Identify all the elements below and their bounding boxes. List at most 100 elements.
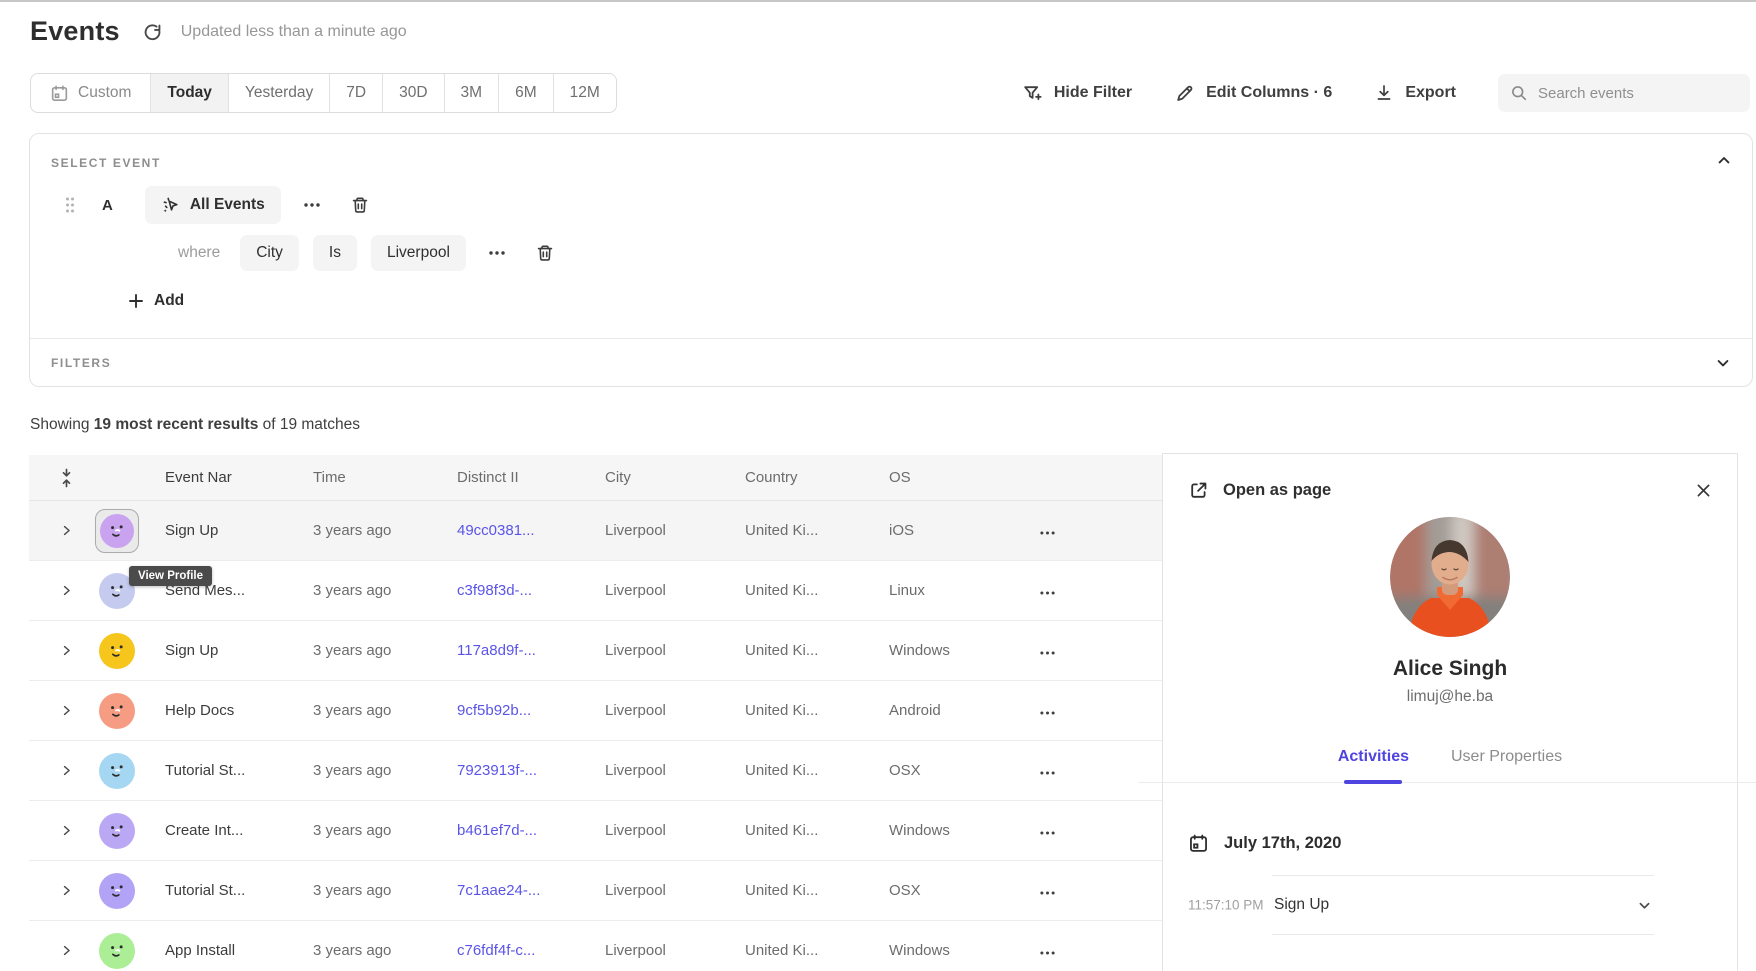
table-row[interactable]: App Install 3 years ago c76fdf4f-c... Li… bbox=[29, 921, 1162, 971]
avatar-cell bbox=[85, 509, 149, 553]
avatar[interactable] bbox=[99, 933, 135, 969]
time-cell: 3 years ago bbox=[297, 642, 441, 659]
date-tab[interactable]: 30D bbox=[382, 74, 443, 112]
export-label: Export bbox=[1405, 84, 1456, 102]
close-icon[interactable] bbox=[1695, 482, 1712, 499]
table-row[interactable]: Sign Up 3 years ago 117a8d9f-... Liverpo… bbox=[29, 621, 1162, 681]
chevron-up-icon[interactable] bbox=[1716, 152, 1732, 168]
collapse-rows-icon[interactable] bbox=[29, 468, 85, 488]
row-expand-chevron-icon[interactable] bbox=[29, 764, 85, 777]
time-cell: 3 years ago bbox=[297, 942, 441, 959]
filter-value-chip[interactable]: Liverpool bbox=[371, 235, 466, 271]
avatar[interactable] bbox=[99, 753, 135, 789]
filter-more-options-button[interactable] bbox=[480, 236, 514, 270]
filter-property-chip[interactable]: City bbox=[240, 235, 299, 271]
filters-section[interactable]: FILTERS bbox=[30, 338, 1752, 386]
where-clause-row: where City Is Liverpool bbox=[30, 234, 562, 272]
row-more-options-button[interactable] bbox=[1040, 771, 1055, 775]
activity-event-item: 11:57:10 PM Sign Up bbox=[1188, 875, 1712, 935]
column-header-time[interactable]: Time bbox=[297, 469, 441, 486]
activity-date-label: July 17th, 2020 bbox=[1224, 834, 1341, 853]
distinct-id-link[interactable]: c3f98f3d-... bbox=[441, 582, 589, 599]
drag-handle-icon[interactable] bbox=[64, 196, 76, 214]
table-row[interactable]: Sign Up 3 years ago 49cc0381... Liverpoo… bbox=[29, 501, 1162, 561]
distinct-id-link[interactable]: 117a8d9f-... bbox=[441, 642, 589, 659]
row-more-options-button[interactable] bbox=[1040, 531, 1055, 535]
profile-panel-header: Open as page bbox=[1163, 454, 1737, 501]
distinct-id-link[interactable]: 49cc0381... bbox=[441, 522, 589, 539]
row-expand-chevron-icon[interactable] bbox=[29, 824, 85, 837]
time-cell: 3 years ago bbox=[297, 762, 441, 779]
os-cell: Windows bbox=[873, 942, 1007, 959]
row-more-options-button[interactable] bbox=[1040, 891, 1055, 895]
row-more-options-button[interactable] bbox=[1040, 591, 1055, 595]
date-tab[interactable]: 3M bbox=[444, 74, 499, 112]
column-header-distinct-id[interactable]: Distinct II bbox=[441, 469, 589, 486]
distinct-id-link[interactable]: b461ef7d-... bbox=[441, 822, 589, 839]
date-tab-custom[interactable]: Custom bbox=[31, 74, 150, 112]
row-expand-chevron-icon[interactable] bbox=[29, 584, 85, 597]
row-more-options-button[interactable] bbox=[1040, 711, 1055, 715]
column-header-city[interactable]: City bbox=[589, 469, 729, 486]
chevron-down-icon[interactable] bbox=[1637, 898, 1652, 913]
date-tab[interactable]: Yesterday bbox=[228, 74, 329, 112]
avatar[interactable] bbox=[99, 633, 135, 669]
date-tab[interactable]: Today bbox=[150, 74, 228, 112]
hide-filter-button[interactable]: Hide Filter bbox=[1022, 83, 1132, 104]
column-header-event-name[interactable]: Event Nar bbox=[149, 469, 297, 486]
controls-row: Custom Today Yesterday 7D 30D 3M 6M 12M bbox=[30, 73, 1750, 113]
profile-tab[interactable]: Activities bbox=[1338, 748, 1409, 782]
avatar[interactable] bbox=[100, 514, 134, 548]
country-cell: United Ki... bbox=[729, 522, 873, 539]
external-link-icon bbox=[1188, 480, 1209, 501]
avatar[interactable] bbox=[99, 693, 135, 729]
event-delete-trash-icon[interactable] bbox=[343, 188, 377, 222]
export-button[interactable]: Export bbox=[1374, 83, 1456, 103]
row-expand-chevron-icon[interactable] bbox=[29, 944, 85, 957]
add-event-button[interactable]: Add bbox=[128, 292, 184, 310]
refresh-icon[interactable] bbox=[142, 22, 163, 43]
select-event-label: SELECT EVENT bbox=[51, 156, 161, 170]
column-header-country[interactable]: Country bbox=[729, 469, 873, 486]
row-more-options-button[interactable] bbox=[1040, 651, 1055, 655]
distinct-id-link[interactable]: c76fdf4f-c... bbox=[441, 942, 589, 959]
date-tab[interactable]: 6M bbox=[498, 74, 553, 112]
avatar[interactable] bbox=[99, 873, 135, 909]
table-row[interactable]: Tutorial St... 3 years ago 7c1aae24-... … bbox=[29, 861, 1162, 921]
city-cell: Liverpool bbox=[589, 882, 729, 899]
row-expand-chevron-icon[interactable] bbox=[29, 704, 85, 717]
row-more-options-button[interactable] bbox=[1040, 831, 1055, 835]
avatar-face-icon bbox=[104, 758, 130, 784]
date-tab[interactable]: 12M bbox=[553, 74, 616, 112]
filter-operator-chip[interactable]: Is bbox=[313, 235, 357, 271]
distinct-id-link[interactable]: 7923913f-... bbox=[441, 762, 589, 779]
updated-status: Updated less than a minute ago bbox=[181, 23, 407, 41]
time-cell: 3 years ago bbox=[297, 882, 441, 899]
avatar[interactable] bbox=[99, 813, 135, 849]
table-row[interactable]: Help Docs 3 years ago 9cf5b92b... Liverp… bbox=[29, 681, 1162, 741]
table-row[interactable]: Create Int... 3 years ago b461ef7d-... L… bbox=[29, 801, 1162, 861]
date-tab-label: 30D bbox=[399, 84, 427, 102]
date-tab[interactable]: 7D bbox=[329, 74, 382, 112]
profile-tab[interactable]: User Properties bbox=[1451, 748, 1562, 782]
row-expand-chevron-icon[interactable] bbox=[29, 884, 85, 897]
search-input[interactable] bbox=[1538, 85, 1738, 102]
table-row[interactable]: Tutorial St... 3 years ago 7923913f-... … bbox=[29, 741, 1162, 801]
activity-event-expander[interactable]: Sign Up bbox=[1272, 875, 1654, 935]
profile-panel: Open as page bbox=[1162, 453, 1738, 971]
profile-photo bbox=[1390, 517, 1510, 637]
event-more-options-button[interactable] bbox=[295, 188, 329, 222]
edit-columns-button[interactable]: Edit Columns · 6 bbox=[1174, 83, 1332, 104]
open-as-page-button[interactable]: Open as page bbox=[1188, 480, 1695, 501]
distinct-id-link[interactable]: 7c1aae24-... bbox=[441, 882, 589, 899]
avatar-frame bbox=[95, 869, 139, 913]
event-selector-button[interactable]: All Events bbox=[145, 186, 281, 224]
row-expand-chevron-icon[interactable] bbox=[29, 524, 85, 537]
filter-delete-trash-icon[interactable] bbox=[528, 236, 562, 270]
row-more-options-button[interactable] bbox=[1040, 951, 1055, 955]
results-summary: Showing 19 most recent results of 19 mat… bbox=[30, 416, 360, 434]
row-expand-chevron-icon[interactable] bbox=[29, 644, 85, 657]
distinct-id-link[interactable]: 9cf5b92b... bbox=[441, 702, 589, 719]
column-header-os[interactable]: OS bbox=[873, 469, 1007, 486]
chevron-down-icon[interactable] bbox=[1715, 355, 1731, 371]
